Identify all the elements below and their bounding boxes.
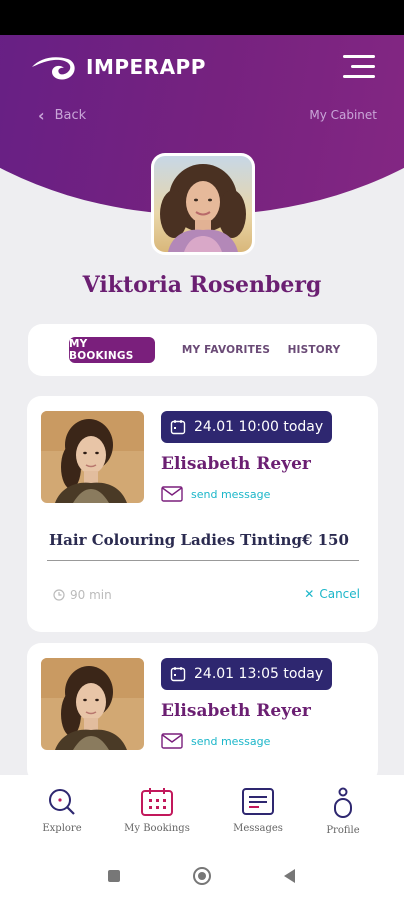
person-icon [334, 787, 352, 818]
app-logo: IMPERAPP [30, 52, 206, 82]
nav-my-bookings[interactable]: My Bookings [112, 787, 202, 834]
app-name: IMPERAPP [86, 55, 206, 79]
chevron-left-icon: ‹ [38, 106, 45, 125]
clock-icon [53, 589, 65, 601]
nav-messages-label: Messages [233, 823, 283, 834]
tab-my-favorites[interactable]: MY FAVORITES [180, 337, 272, 363]
booking-duration: 90 min [53, 588, 112, 602]
booking-date-text: 24.01 10:00 today [194, 419, 324, 435]
professional-name: Elisabeth Reyer [161, 454, 311, 474]
bookings-tabs: MY BOOKINGS MY FAVORITES HISTORY [28, 324, 377, 376]
send-message-label: send message [191, 487, 271, 501]
booking-card[interactable]: 24.01 10:00 today Elisabeth Reyer send m… [27, 396, 378, 632]
close-icon: ✕ [304, 587, 315, 601]
calendar-icon [170, 667, 186, 682]
back-label: Back [54, 108, 87, 123]
system-navigation-bar [0, 855, 404, 900]
home-icon[interactable] [193, 867, 211, 885]
mail-icon [161, 486, 183, 502]
nav-profile[interactable]: Profile [298, 787, 388, 836]
send-message-button[interactable]: send message [161, 733, 270, 749]
back-button[interactable]: ‹ Back [38, 106, 86, 125]
nav-profile-label: Profile [326, 825, 360, 836]
booking-date-badge: 24.01 10:00 today [161, 411, 333, 443]
nav-messages[interactable]: Messages [213, 787, 303, 834]
status-bar [0, 0, 404, 35]
duration-text: 90 min [70, 588, 112, 602]
tab-my-bookings[interactable]: MY BOOKINGS [69, 337, 155, 363]
service-name: Hair Colouring Ladies Tinting [49, 531, 302, 549]
nav-my-bookings-label: My Bookings [124, 823, 190, 834]
user-photo [154, 156, 252, 252]
booking-date-text: 24.01 13:05 today [194, 666, 324, 682]
mail-icon [161, 733, 183, 749]
nav-explore[interactable]: Explore [17, 787, 107, 834]
user-avatar[interactable] [151, 153, 255, 255]
my-cabinet-link[interactable]: My Cabinet [309, 108, 377, 122]
system-back-icon[interactable] [284, 869, 295, 883]
search-icon [49, 789, 75, 815]
send-message-button[interactable]: send message [161, 486, 270, 502]
service-and-price: Hair Colouring Ladies Tinting€ 150 [49, 531, 359, 549]
professional-photo [41, 658, 144, 750]
user-name: Viktoria Rosenberg [82, 272, 322, 298]
calendar-icon [141, 788, 173, 816]
message-icon [242, 788, 274, 815]
cancel-booking-button[interactable]: ✕ Cancel [304, 587, 360, 601]
booking-card[interactable]: 24.01 13:05 today Elisabeth Reyer send m… [27, 643, 378, 783]
professional-name: Elisabeth Reyer [161, 701, 311, 721]
recent-apps-icon[interactable] [108, 870, 120, 882]
nav-explore-label: Explore [42, 823, 82, 834]
bottom-navigation: Explore My Bookings Messages Profile [0, 775, 404, 855]
calendar-icon [170, 420, 186, 435]
service-price: € 150 [301, 531, 349, 549]
booking-date-badge: 24.01 13:05 today [161, 658, 333, 690]
cancel-label: Cancel [319, 587, 360, 601]
tab-history[interactable]: HISTORY [283, 337, 345, 363]
logo-swirl-icon [32, 57, 75, 80]
divider [47, 560, 359, 561]
professional-photo [41, 411, 144, 503]
send-message-label: send message [191, 734, 271, 748]
hamburger-menu-icon[interactable] [343, 55, 375, 79]
